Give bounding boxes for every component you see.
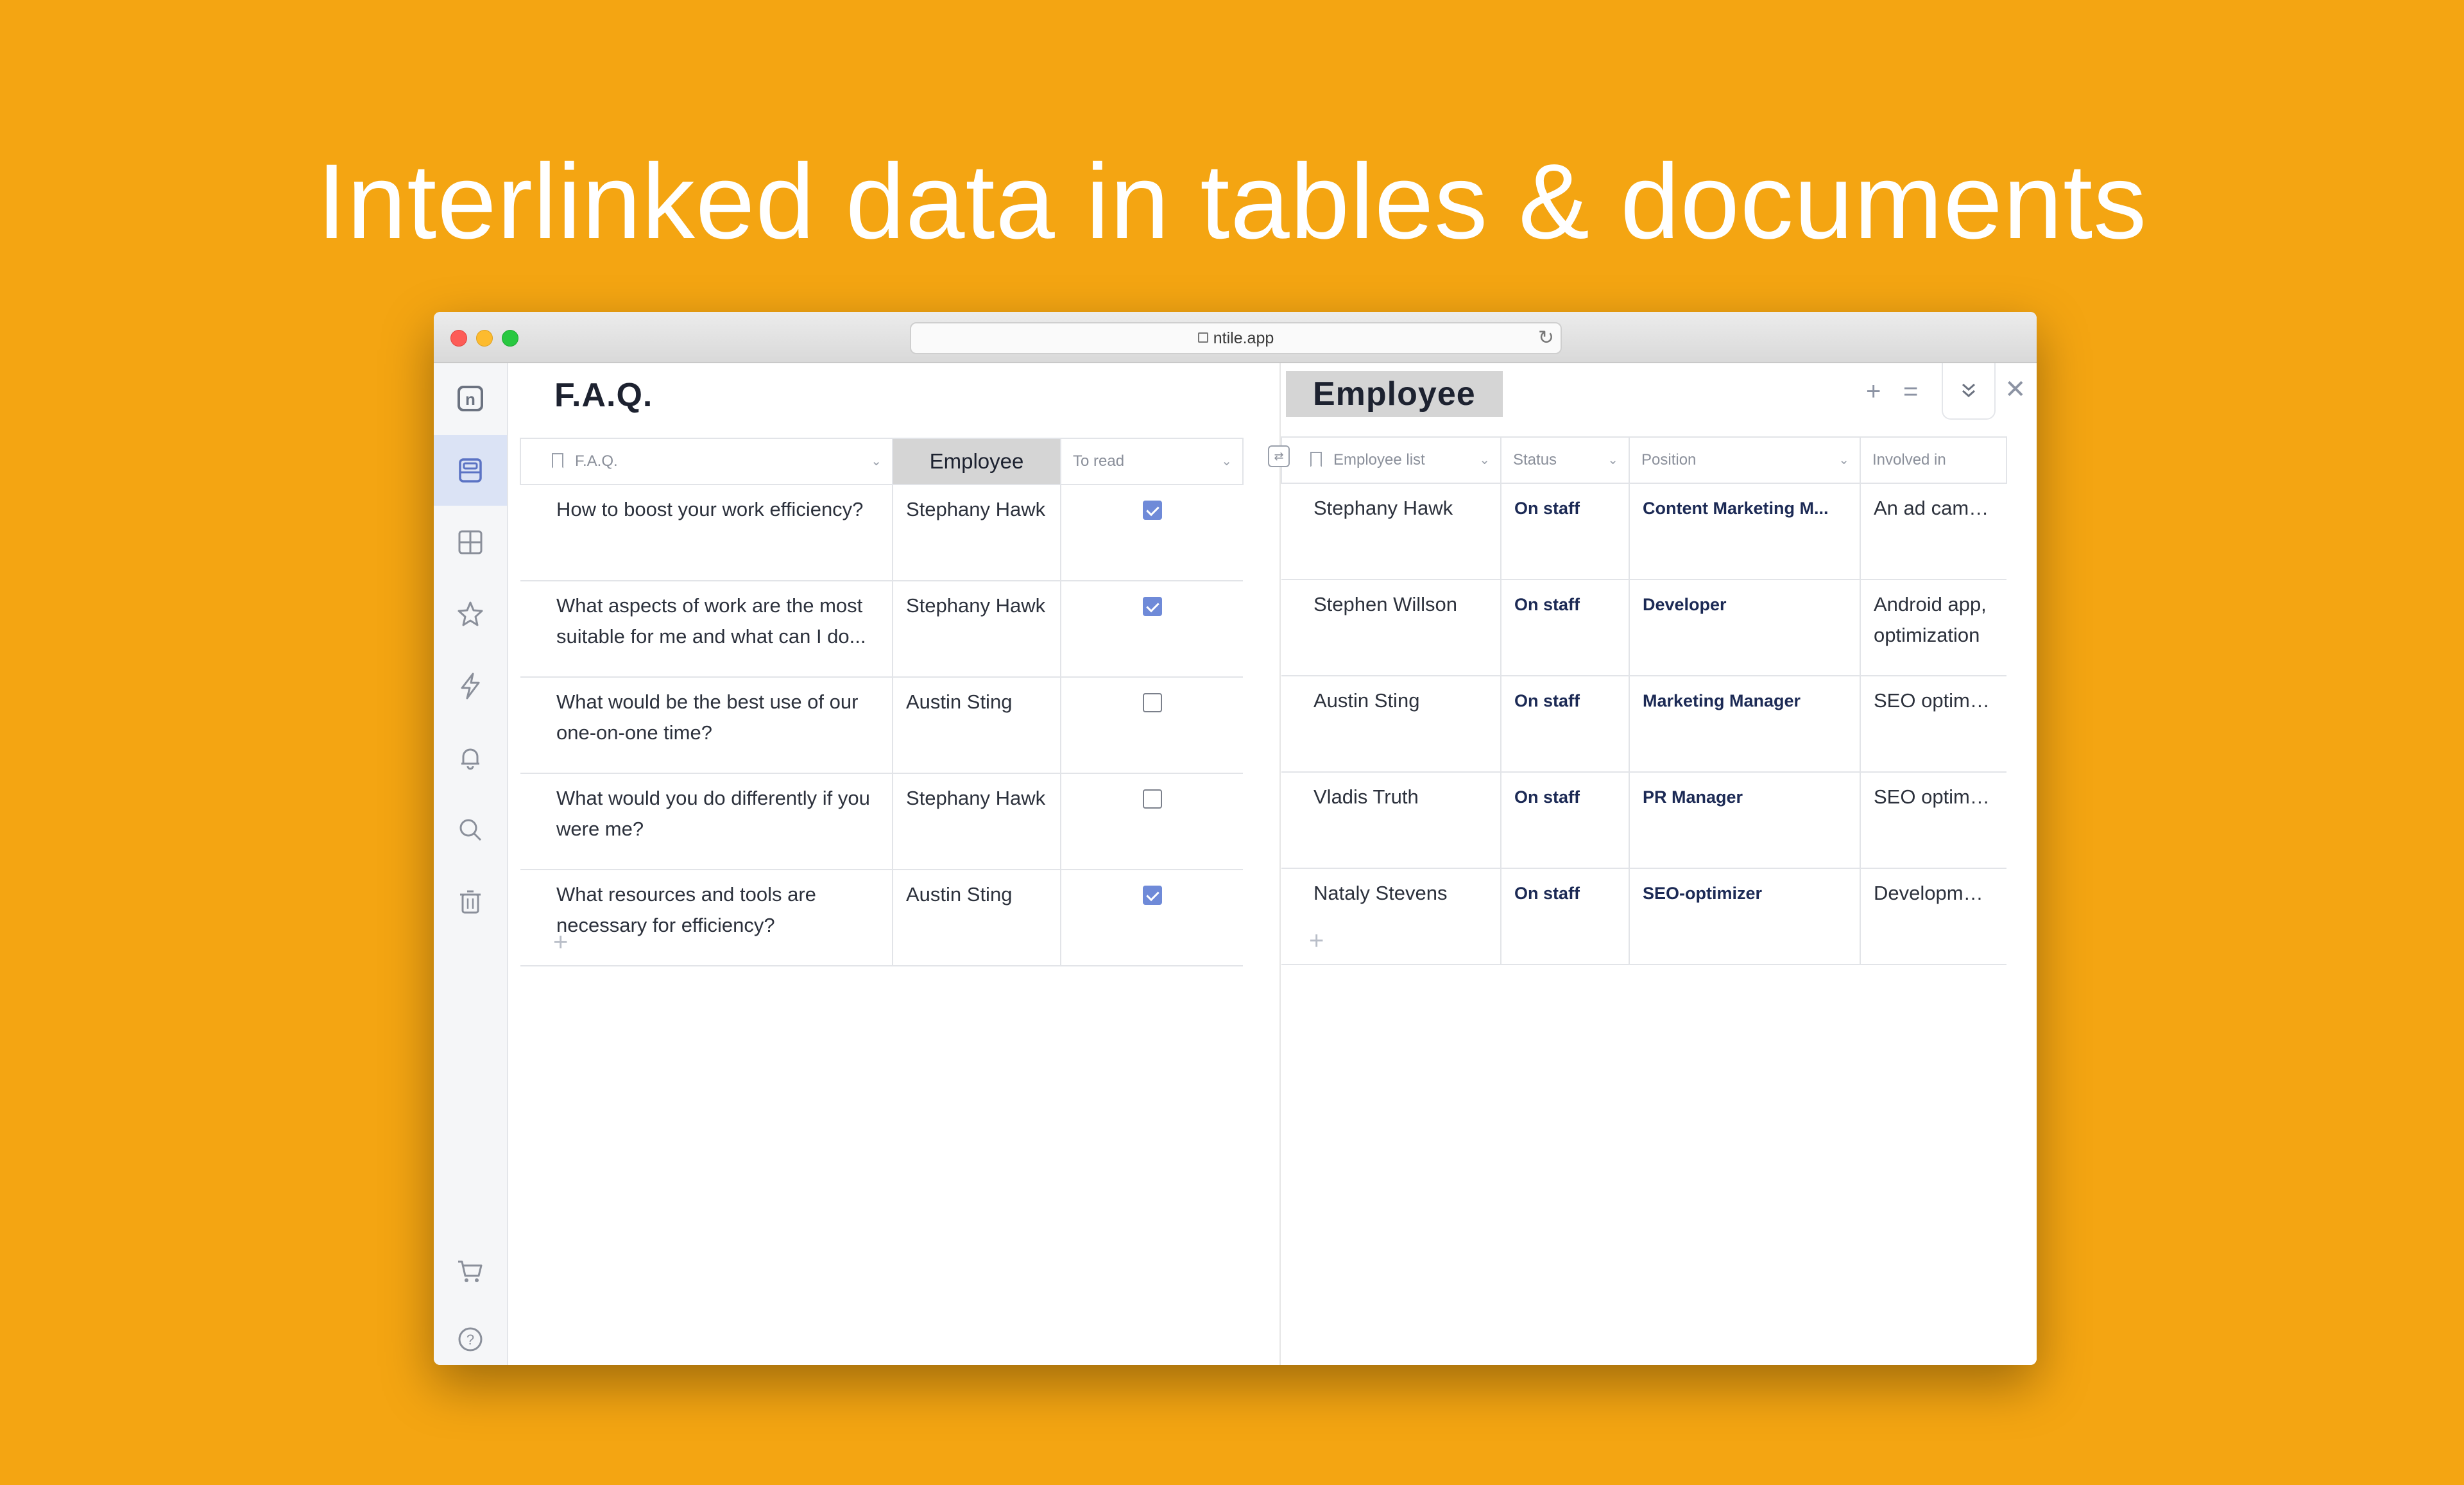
status-cell[interactable]: On staff xyxy=(1501,676,1630,773)
employee-cell[interactable]: Stephany Hawk xyxy=(893,485,1061,581)
headline: Interlinked data in tables & documents xyxy=(316,142,2148,261)
status-column-header[interactable]: Status ⌄ xyxy=(1500,436,1630,484)
svg-text:n: n xyxy=(465,390,475,409)
table-row[interactable]: Austin Sting On staff Marketing Manager … xyxy=(1281,676,2006,773)
question-cell[interactable]: How to boost your work efficiency? xyxy=(520,485,893,581)
chevron-down-icon: ⌄ xyxy=(1838,453,1849,467)
svg-text:?: ? xyxy=(466,1332,474,1348)
employee-cell[interactable]: Austin Sting xyxy=(893,677,1061,774)
to-read-column-header[interactable]: To read ⌄ xyxy=(1060,438,1244,485)
grid-icon[interactable] xyxy=(434,507,507,578)
table-row[interactable]: What would you do differently if you wer… xyxy=(520,773,1243,870)
employee-title: Employee xyxy=(1286,371,1503,417)
position-cell[interactable]: Developer xyxy=(1629,579,1861,676)
status-cell[interactable]: On staff xyxy=(1501,483,1630,580)
involved-in-column-header[interactable]: Involved in xyxy=(1860,436,2007,484)
table-row[interactable]: Nataly Stevens On staff SEO-optimizer De… xyxy=(1281,868,2006,965)
involved-in-cell[interactable]: SEO optimization xyxy=(1860,772,2006,869)
employee-name-cell[interactable]: Stephany Hawk xyxy=(1281,483,1502,580)
status-cell[interactable]: On staff xyxy=(1501,579,1630,676)
to-read-checkbox[interactable] xyxy=(1142,597,1162,616)
trash-icon[interactable] xyxy=(434,866,507,937)
position-column-header[interactable]: Position ⌄ xyxy=(1629,436,1861,484)
bookmark-icon xyxy=(1310,451,1322,467)
sidebar: n ? xyxy=(434,363,508,1365)
minimize-window-button[interactable] xyxy=(476,330,493,347)
expand-link-icon[interactable]: ⇄ xyxy=(1268,445,1290,467)
employee-list-column-header[interactable]: Employee list ⌄ xyxy=(1281,436,1502,484)
chevron-down-icon: ⌄ xyxy=(1221,454,1232,468)
employee-add-button[interactable]: + xyxy=(1866,377,1881,406)
star-icon[interactable] xyxy=(434,579,507,649)
table-row[interactable]: What would be the best use of our one-on… xyxy=(520,677,1243,774)
employee-name-cell[interactable]: Stephen Willson xyxy=(1281,579,1502,676)
cart-icon[interactable] xyxy=(434,1236,507,1307)
maximize-window-button[interactable] xyxy=(502,330,518,347)
position-cell[interactable]: SEO-optimizer xyxy=(1629,868,1861,965)
chevron-down-icon: ⌄ xyxy=(871,454,882,468)
question-cell[interactable]: What would be the best use of our one-on… xyxy=(520,677,893,774)
table-row[interactable]: What resources and tools are necessary f… xyxy=(520,870,1243,966)
help-icon[interactable]: ? xyxy=(434,1304,507,1365)
question-cell[interactable]: What aspects of work are the most suitab… xyxy=(520,581,893,678)
position-cell[interactable]: PR Manager xyxy=(1629,772,1861,869)
table-row[interactable]: Stephany Hawk On staff Content Marketing… xyxy=(1281,483,2006,580)
table-row[interactable]: Stephen Willson On staff Developer Andro… xyxy=(1281,579,2006,676)
logo-icon[interactable]: n xyxy=(434,363,507,434)
address-bar[interactable]: ntile.app ↻ xyxy=(910,322,1562,354)
question-cell[interactable]: What would you do differently if you wer… xyxy=(520,773,893,870)
lock-icon xyxy=(1197,332,1208,343)
to-read-checkbox[interactable] xyxy=(1142,693,1162,712)
bell-icon[interactable] xyxy=(434,723,507,793)
chevron-down-icon: ⌄ xyxy=(1479,453,1490,467)
chevron-down-icon: ⌄ xyxy=(1607,453,1618,467)
close-window-button[interactable] xyxy=(450,330,467,347)
employee-cell[interactable]: Stephany Hawk xyxy=(893,773,1061,870)
faq-table: F.A.Q. ⌄ Employee To read ⌄ How to boost y… xyxy=(520,438,1244,966)
employee-add-row-button[interactable]: + xyxy=(1309,927,1324,956)
faq-add-row-button[interactable]: + xyxy=(553,928,568,957)
table-row[interactable]: Vladis Truth On staff PR Manager SEO opt… xyxy=(1281,772,2006,869)
url-text: ntile.app xyxy=(1213,329,1274,347)
bookmark-icon xyxy=(552,452,563,468)
involved-in-cell[interactable]: SEO optimization xyxy=(1860,676,2006,773)
employee-name-cell[interactable]: Austin Sting xyxy=(1281,676,1502,773)
search-icon[interactable] xyxy=(434,794,507,865)
question-cell[interactable]: What resources and tools are necessary f… xyxy=(520,870,893,966)
title-bar: ntile.app ↻ xyxy=(434,312,2037,363)
employee-close-button[interactable]: ✕ xyxy=(2005,375,2026,404)
double-chevron-down-icon xyxy=(1962,383,1975,398)
position-cell[interactable]: Marketing Manager xyxy=(1629,676,1861,773)
involved-in-cell[interactable]: Android app, optimization xyxy=(1860,579,2006,676)
employee-panel: Employee + = ✕ Employee list ⌄ Status ⌄ Po… xyxy=(1268,363,2037,1365)
bolt-icon[interactable] xyxy=(434,651,507,721)
to-read-checkbox[interactable] xyxy=(1142,501,1162,520)
to-read-checkbox[interactable] xyxy=(1142,886,1162,905)
faq-column-header[interactable]: F.A.Q. ⌄ xyxy=(520,438,893,485)
employee-column-header[interactable]: Employee xyxy=(892,438,1061,485)
involved-in-cell[interactable]: An ad campaign xyxy=(1860,483,2006,580)
reload-icon[interactable]: ↻ xyxy=(1538,323,1554,353)
table-row[interactable]: How to boost your work efficiency? Steph… xyxy=(520,485,1243,581)
employee-cell[interactable]: Stephany Hawk xyxy=(893,581,1061,678)
employee-cell[interactable]: Austin Sting xyxy=(893,870,1061,966)
employee-name-cell[interactable]: Vladis Truth xyxy=(1281,772,1502,869)
browser-window: ntile.app ↻ n ? F.A.Q. F.A.Q. ⌄ Employee… xyxy=(434,312,2037,1365)
employee-menu-button[interactable]: = xyxy=(1903,377,1918,406)
employee-collapse-button[interactable] xyxy=(1942,363,1996,420)
to-read-checkbox[interactable] xyxy=(1142,789,1162,809)
table-row[interactable]: What aspects of work are the most suitab… xyxy=(520,581,1243,678)
employee-table: Employee list ⌄ Status ⌄ Position ⌄ Involve… xyxy=(1281,436,2007,965)
status-cell[interactable]: On staff xyxy=(1501,772,1630,869)
status-cell[interactable]: On staff xyxy=(1501,868,1630,965)
faq-title: F.A.Q. xyxy=(554,377,653,414)
involved-in-cell[interactable]: Development of xyxy=(1860,868,2006,965)
database-icon[interactable] xyxy=(434,435,507,506)
position-cell[interactable]: Content Marketing M... xyxy=(1629,483,1861,580)
